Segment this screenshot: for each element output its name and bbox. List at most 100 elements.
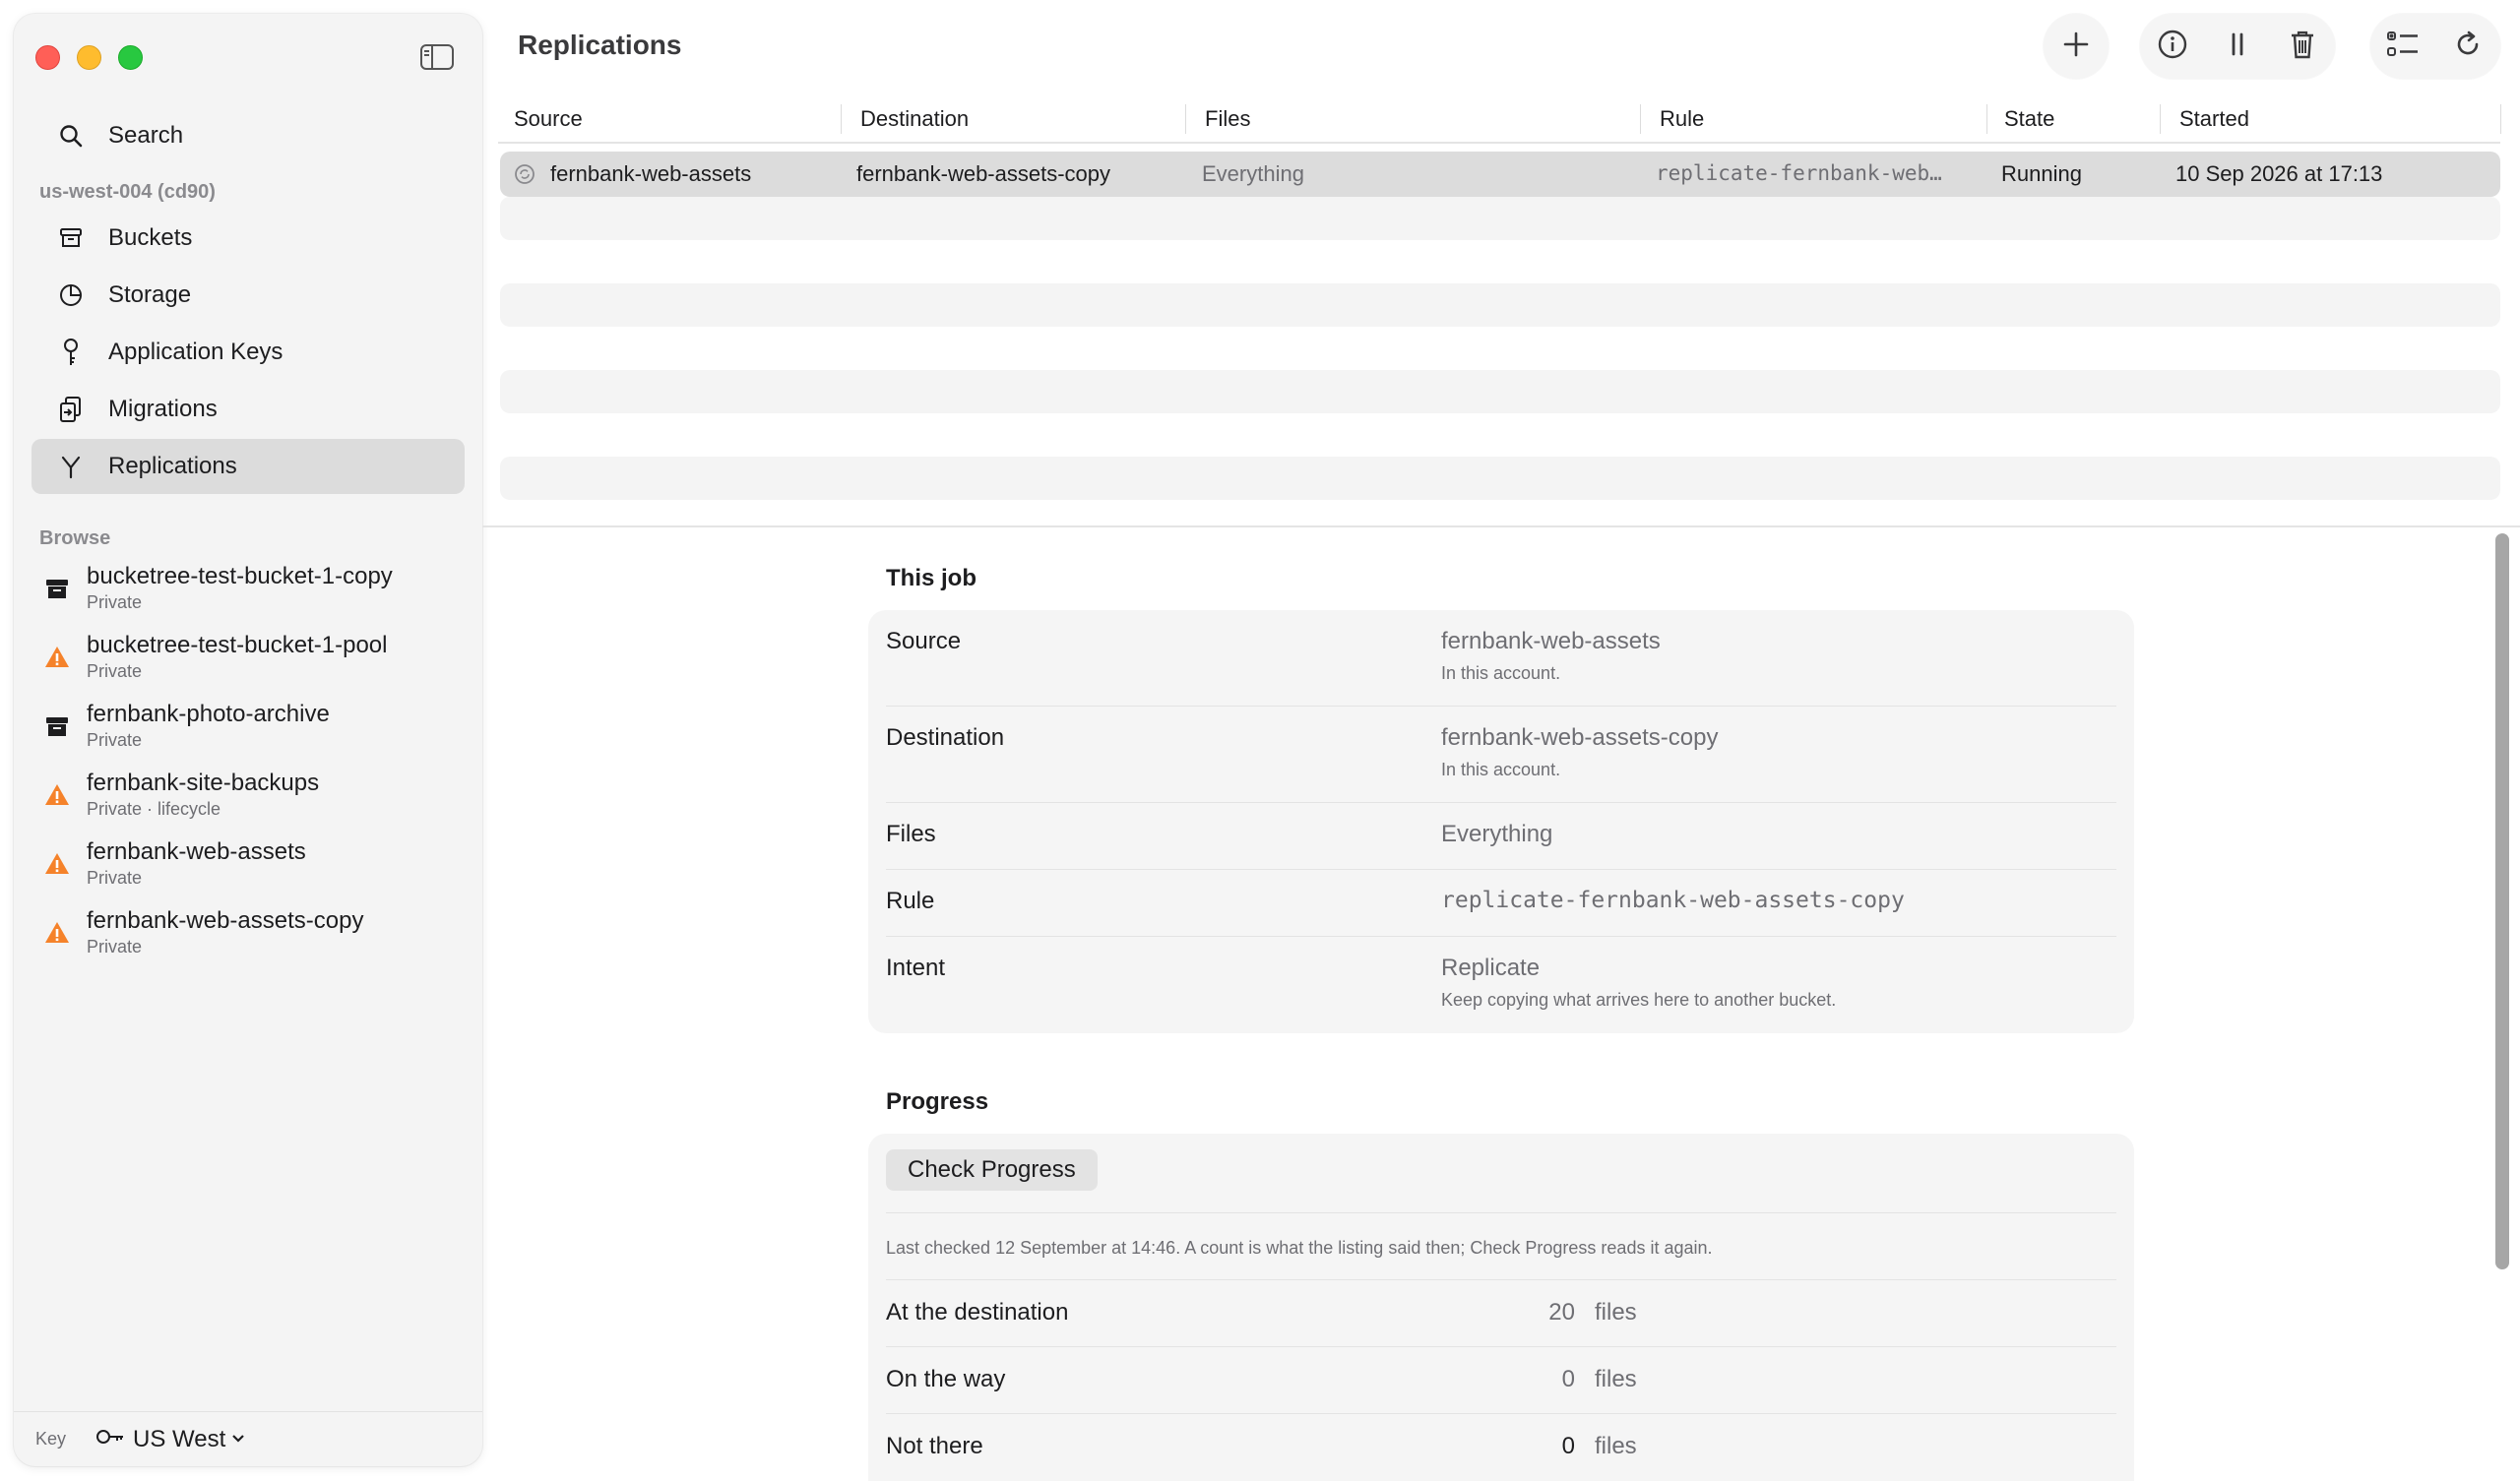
bucket-subtitle: Private	[87, 730, 143, 750]
column-divider[interactable]	[841, 104, 842, 134]
info-button[interactable]	[2145, 19, 2200, 74]
progress-heading: Progress	[886, 1088, 989, 1115]
bucket-list-item[interactable]: bucketree-test-bucket-1-pool Private	[43, 632, 476, 691]
bucket-name: fernbank-photo-archive	[87, 701, 330, 727]
bucket-subtitle: Private	[87, 937, 143, 956]
plus-icon	[2062, 31, 2090, 63]
job-files-row: Files Everything	[886, 803, 2116, 870]
this-job-heading: This job	[886, 565, 976, 591]
bucket-list-item[interactable]: fernbank-photo-archive Private	[43, 701, 476, 760]
column-divider[interactable]	[1640, 104, 1641, 134]
bucket-name: fernbank-web-assets-copy	[87, 907, 364, 934]
column-divider[interactable]	[2500, 104, 2501, 134]
bucket-name: bucketree-test-bucket-1-copy	[87, 563, 393, 589]
scrollbar-thumb[interactable]	[2495, 533, 2509, 1269]
empty-row-stripe	[500, 370, 2500, 413]
sidebar-item-migrations[interactable]: Migrations	[32, 382, 465, 437]
browse-section-label: Browse	[39, 527, 111, 549]
table-header: Source Destination Files Rule State Star…	[498, 98, 2501, 144]
empty-row-stripe	[500, 457, 2500, 500]
bucket-list-item[interactable]: bucketree-test-bucket-1-copy Private	[43, 563, 476, 622]
refresh-icon	[2453, 30, 2483, 64]
archive-box-icon	[53, 225, 89, 251]
column-header-started[interactable]: Started	[2179, 104, 2249, 134]
warning-icon	[43, 919, 71, 947]
label: Source	[886, 628, 962, 654]
progress-row-not-there: Not there 0 files	[886, 1413, 2116, 1478]
cell-destination: fernbank-web-assets-copy	[856, 161, 1111, 186]
sidebar-item-buckets[interactable]: Buckets	[32, 211, 465, 266]
checklist-button[interactable]	[2375, 19, 2430, 74]
job-rule-row: Rule replicate-fernbank-web-assets-copy	[886, 870, 2116, 937]
unit: files	[1595, 1366, 1637, 1392]
label: At the destination	[886, 1299, 1069, 1326]
sidebar: Search us-west-004 (cd90) Buckets Storag…	[14, 14, 482, 1466]
close-window-button[interactable]	[35, 45, 60, 70]
warning-icon	[43, 850, 71, 878]
bucket-subtitle: Private	[87, 661, 143, 681]
column-header-source[interactable]: Source	[514, 104, 583, 134]
warning-icon	[43, 781, 71, 809]
minimize-window-button[interactable]	[77, 45, 101, 70]
bucket-list-item[interactable]: fernbank-web-assets-copy Private	[43, 907, 476, 966]
value-caption: In this account.	[1441, 663, 1561, 683]
label: Destination	[886, 724, 1005, 751]
sidebar-toggle-icon[interactable]	[419, 43, 455, 71]
trash-icon	[2289, 29, 2316, 65]
progress-card: Check Progress Last checked 12 September…	[868, 1134, 2134, 1481]
chevron-down-icon[interactable]	[231, 1431, 245, 1449]
bucket-subtitle: Private · lifecycle	[87, 799, 221, 819]
unit: files	[1595, 1299, 1637, 1326]
count: 0	[1561, 1366, 1575, 1392]
column-divider[interactable]	[1986, 104, 1987, 134]
info-icon	[2157, 29, 2188, 65]
job-source-row: Source fernbank-web-assets In this accou…	[886, 610, 2116, 707]
pause-button[interactable]	[2210, 19, 2265, 74]
unit: files	[1595, 1433, 1637, 1459]
zoom-window-button[interactable]	[118, 45, 143, 70]
cell-source: fernbank-web-assets	[550, 161, 752, 186]
sidebar-item-storage[interactable]: Storage	[32, 268, 465, 323]
migrate-icon	[53, 396, 89, 423]
add-replication-button[interactable]	[2048, 19, 2104, 74]
bucket-list-item[interactable]: fernbank-site-backups Private · lifecycl…	[43, 770, 476, 829]
search-label: Search	[108, 122, 184, 149]
cell-state: Running	[2001, 161, 2082, 186]
value: Replicate	[1441, 955, 1541, 981]
app-window: Search us-west-004 (cd90) Buckets Storag…	[0, 0, 2520, 1481]
sidebar-item-label: Buckets	[108, 224, 193, 251]
toolbar-view-group	[2370, 14, 2500, 79]
sidebar-search[interactable]: Search	[32, 108, 465, 163]
key-label: Key	[35, 1429, 67, 1449]
bucket-list-item[interactable]: fernbank-web-assets Private	[43, 838, 476, 897]
column-header-state[interactable]: State	[2004, 104, 2054, 134]
replication-status-icon	[514, 163, 536, 190]
count: 20	[1548, 1299, 1575, 1326]
toolbar-add-group	[2044, 14, 2109, 79]
value: replicate-fernbank-web-assets-copy	[1441, 888, 1905, 913]
sidebar-item-application-keys[interactable]: Application Keys	[32, 325, 465, 380]
checklist-icon	[2386, 30, 2420, 64]
bucket-name: fernbank-web-assets	[87, 838, 306, 865]
value: fernbank-web-assets	[1441, 628, 1661, 654]
cell-started: 10 Sep 2026 at 17:13	[2175, 161, 2383, 186]
label: Not there	[886, 1433, 983, 1459]
column-header-destination[interactable]: Destination	[860, 104, 969, 134]
value: Everything	[1441, 821, 1553, 847]
delete-button[interactable]	[2275, 19, 2330, 74]
refresh-button[interactable]	[2440, 19, 2495, 74]
split-divider[interactable]	[482, 525, 2520, 527]
bucket-name: fernbank-site-backups	[87, 770, 320, 796]
region-selector[interactable]: US West	[133, 1426, 225, 1453]
check-progress-button[interactable]: Check Progress	[886, 1149, 1098, 1191]
column-header-files[interactable]: Files	[1205, 104, 1250, 134]
sidebar-item-replications[interactable]: Replications	[32, 439, 465, 494]
cell-files: Everything	[1202, 161, 1304, 186]
value-caption: In this account.	[1441, 760, 1561, 779]
value: fernbank-web-assets-copy	[1441, 724, 1719, 751]
progress-row-on-the-way: On the way 0 files	[886, 1346, 2116, 1411]
toolbar-job-group	[2140, 14, 2335, 79]
column-divider[interactable]	[2160, 104, 2161, 134]
column-divider[interactable]	[1185, 104, 1186, 134]
column-header-rule[interactable]: Rule	[1660, 104, 1704, 134]
